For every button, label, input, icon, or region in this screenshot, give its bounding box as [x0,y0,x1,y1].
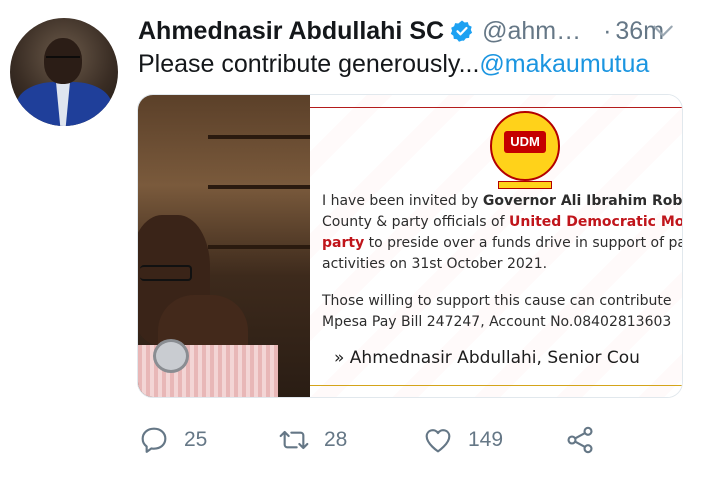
poster-line-4: activities on 31st October 2021. [322,256,548,272]
udm-party-logo: UDM [490,111,560,189]
reply-button[interactable]: 25 [138,424,207,456]
logo-text: UDM [504,131,546,153]
reply-icon [141,427,167,453]
tweet-actions: 25 28 149 [138,424,705,456]
mention-link[interactable]: @makaumutua [479,50,649,78]
poster-line-1: I have been invited by Governor Ali Ibra… [322,193,683,209]
heart-icon [425,429,451,453]
tweet-media-image[interactable]: UDM I have been invited by Governor Ali … [137,94,683,398]
reply-count: 25 [184,428,208,451]
poster-line-5: Those willing to support this cause can … [322,293,672,309]
retweet-count: 28 [324,428,348,451]
display-name[interactable]: Ahmednasir Abdullahi SC [138,17,444,46]
poster-line-6: Mpesa Pay Bill 247247, Account No.084028… [322,314,672,330]
like-button[interactable]: 149 [422,424,503,456]
chevron-down-icon[interactable] [650,18,676,44]
poster-signature: » Ahmednasir Abdullahi, Senior Cou [334,348,640,368]
like-count: 149 [468,428,504,451]
share-icon [567,426,593,454]
logo-ribbon [498,181,552,189]
poster-line-2: County & party officials of United Democ… [322,214,683,230]
tweet-text: Please contribute generously...@makaumut… [138,50,649,79]
retweet-icon [279,430,309,450]
avatar-glasses [46,56,80,66]
share-button[interactable] [564,424,596,456]
poster-line-3: party to preside over a funds drive in s… [322,235,683,251]
retweet-button[interactable]: 28 [278,424,347,456]
bookshelf [208,245,310,249]
tweet-header: Ahmednasir Abdullahi SC @ahm… · 36m [138,14,705,48]
tweet-body: Please contribute generously... [138,50,480,78]
bookshelf [208,185,310,189]
separator-dot: · [603,16,612,45]
poster-gold-rule [310,385,682,386]
profile-avatar[interactable] [10,18,118,126]
wristwatch-icon [153,339,189,373]
verified-badge-icon [450,20,473,42]
man-glasses [140,265,192,281]
portrait-photo [138,95,310,397]
bookshelf [208,135,310,139]
poster-red-rule [310,107,682,108]
user-handle[interactable]: @ahm… [482,17,581,46]
